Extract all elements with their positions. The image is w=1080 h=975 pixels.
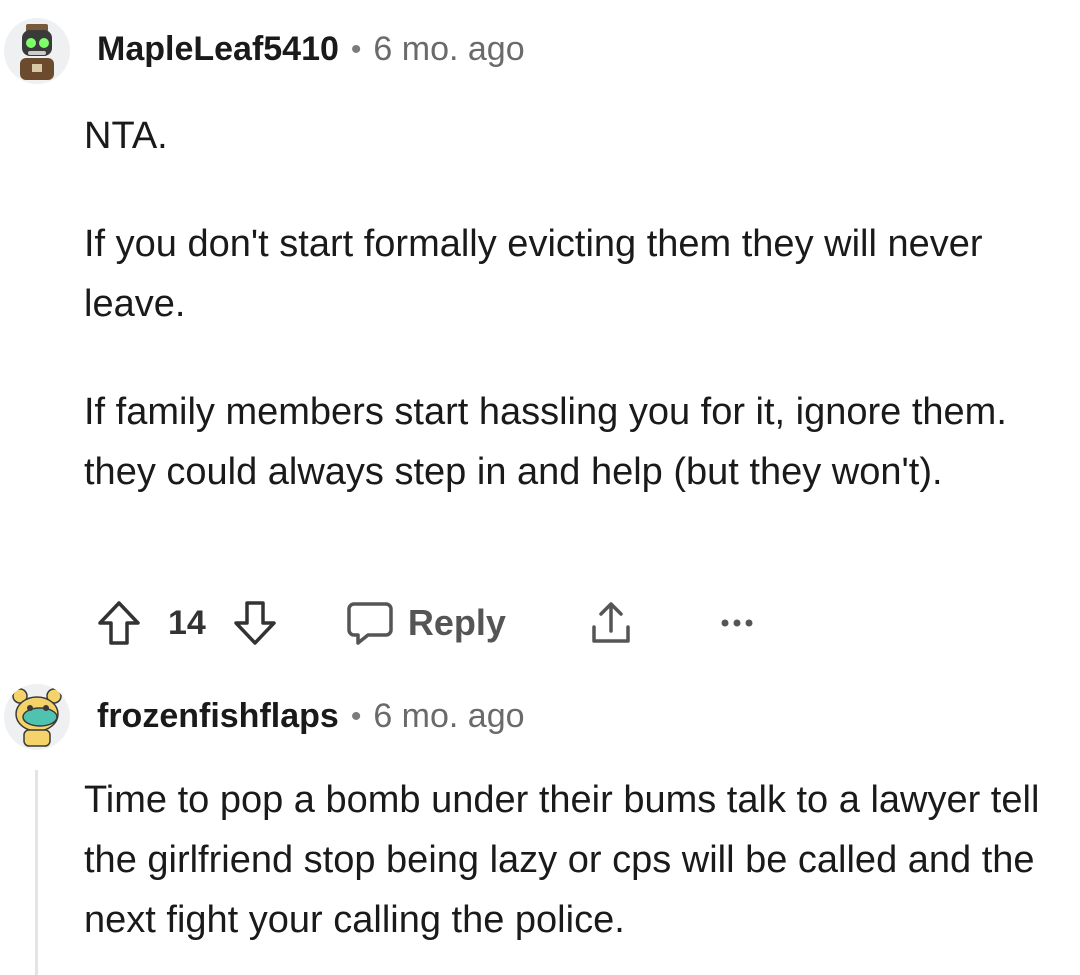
meta-separator: • xyxy=(350,32,362,66)
comment-body: NTA. If you don't start formally evictin… xyxy=(84,106,1044,502)
speech-bubble-icon xyxy=(347,602,393,645)
comment-paragraph: If you don't start formally evicting the… xyxy=(84,223,983,325)
comment-body: Time to pop a bomb under their bums talk… xyxy=(84,770,1074,950)
more-options-button[interactable] xyxy=(720,617,754,629)
comment-header: frozenfishflaps • 6 mo. ago xyxy=(97,697,525,736)
comment-actions: 14 Reply xyxy=(96,596,754,650)
reply-button[interactable]: Reply xyxy=(346,600,506,646)
downvote-arrow-icon xyxy=(234,601,276,645)
meta-separator: • xyxy=(350,699,362,733)
comment-paragraph: Time to pop a bomb under their bums talk… xyxy=(84,779,1040,941)
timestamp: 6 mo. ago xyxy=(373,30,525,68)
username[interactable]: frozenfishflaps xyxy=(97,697,339,736)
ellipsis-icon xyxy=(721,619,753,627)
share-button[interactable] xyxy=(588,599,634,647)
upvote-arrow-icon xyxy=(98,601,140,645)
downvote-button[interactable] xyxy=(232,599,278,647)
user-avatar[interactable] xyxy=(4,684,70,750)
reply-label: Reply xyxy=(407,602,506,643)
creature-avatar-icon xyxy=(4,684,70,750)
comment-thread: MapleLeaf5410 • 6 mo. ago NTA. If you do… xyxy=(0,0,1080,975)
comment-header: MapleLeaf5410 • 6 mo. ago xyxy=(97,30,525,69)
thread-collapse-line[interactable] xyxy=(35,770,38,975)
upvote-button[interactable] xyxy=(96,599,142,647)
share-icon xyxy=(592,602,630,643)
comment-paragraph: If family members start hassling you for… xyxy=(84,391,1007,493)
username[interactable]: MapleLeaf5410 xyxy=(97,30,339,69)
user-avatar[interactable] xyxy=(4,18,70,84)
robot-avatar-icon xyxy=(4,18,70,84)
comment-paragraph: NTA. xyxy=(84,115,168,157)
vote-count: 14 xyxy=(168,603,206,642)
timestamp: 6 mo. ago xyxy=(373,697,525,735)
